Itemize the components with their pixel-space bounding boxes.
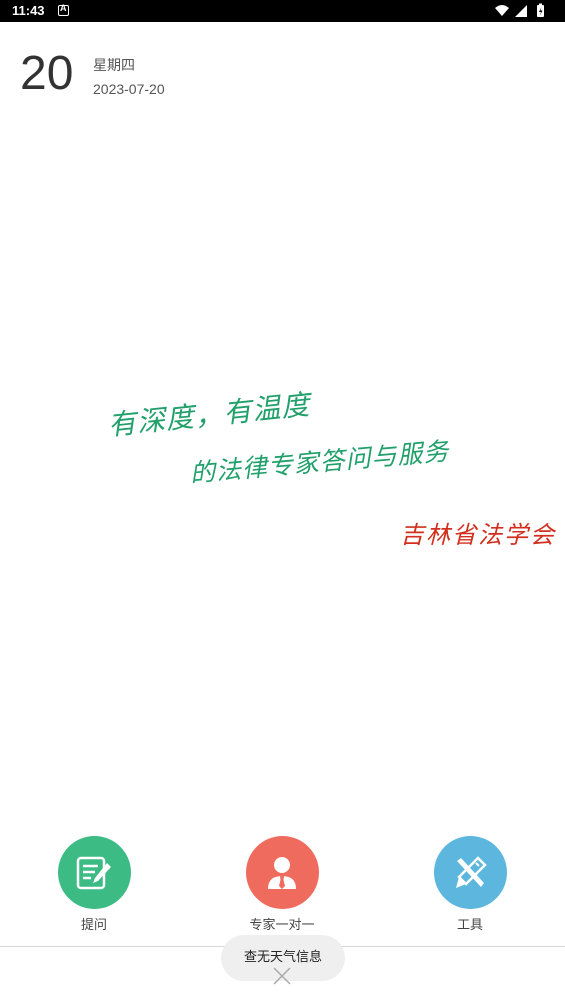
full-date-label: 2023-07-20: [93, 81, 165, 97]
day-number: 20: [20, 47, 74, 100]
slogan-line-2: 的法律专家答问与服务: [188, 436, 451, 488]
expert-one-on-one-button[interactable]: 专家一对一: [227, 836, 337, 933]
tools-icon: [456, 855, 487, 888]
ask-question-button[interactable]: 提问: [39, 836, 149, 933]
ask-question-circle[interactable]: [57, 836, 131, 909]
expert-person-icon: [268, 856, 296, 889]
expert-label: 专家一对一: [249, 918, 315, 933]
status-icons: [495, 3, 544, 17]
signal-icon: [515, 5, 527, 17]
wifi-icon: [495, 5, 509, 16]
expert-circle[interactable]: [245, 836, 319, 909]
ask-question-label: 提问: [80, 918, 107, 933]
organization-signature: 吉林省法学会: [400, 521, 556, 549]
tools-circle[interactable]: [433, 836, 507, 909]
battery-icon: [537, 3, 544, 17]
tools-button[interactable]: 工具: [415, 836, 525, 933]
close-icon[interactable]: [272, 966, 292, 986]
slogan-line-1: 有深度，有温度: [106, 387, 312, 442]
weekday-label: 星期四: [93, 58, 135, 74]
notification-a-icon: [58, 3, 69, 16]
tools-label: 工具: [456, 918, 483, 933]
status-time: 11:43: [12, 3, 45, 18]
edit-note-icon: [76, 856, 111, 889]
status-bar: 11:43: [0, 0, 565, 22]
